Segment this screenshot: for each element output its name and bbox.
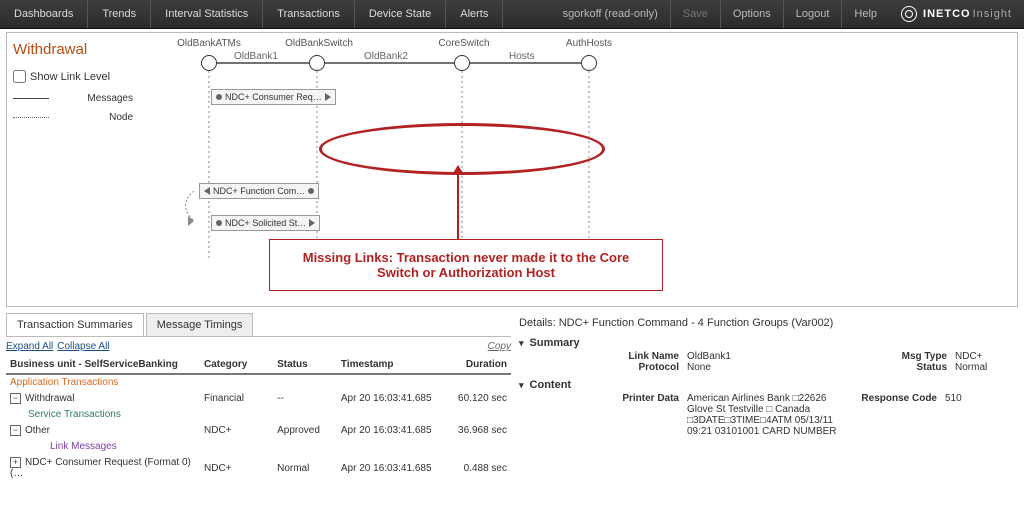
k-status: Status xyxy=(847,362,955,373)
expand-all-link[interactable]: Expand All xyxy=(6,341,53,352)
nav-alerts[interactable]: Alerts xyxy=(446,0,503,28)
v-link-name: OldBank1 xyxy=(687,351,847,362)
logout-button[interactable]: Logout xyxy=(783,0,842,28)
save-button[interactable]: Save xyxy=(670,0,720,28)
brand-logo-icon xyxy=(901,6,917,22)
tree-link-messages: Link Messages xyxy=(50,439,511,454)
table-row[interactable]: +NDC+ Consumer Request (Format 0) (… NDC… xyxy=(6,454,511,482)
table-row[interactable]: −Withdrawal Financial -- Apr 20 16:03:41… xyxy=(6,390,511,407)
main-nav: Dashboards Trends Interval Statistics Tr… xyxy=(0,0,503,28)
tree-expand-icon[interactable]: + xyxy=(10,457,21,468)
nav-device-state[interactable]: Device State xyxy=(355,0,446,28)
v-protocol: None xyxy=(687,362,847,373)
options-button[interactable]: Options xyxy=(720,0,783,28)
nav-trends[interactable]: Trends xyxy=(88,0,151,28)
k-printer-data: Printer Data xyxy=(589,393,687,404)
brand: INETCO Insight xyxy=(889,6,1024,22)
tab-message-timings[interactable]: Message Timings xyxy=(146,313,254,336)
v-status: Normal xyxy=(955,362,1015,373)
chevron-down-icon: ▾ xyxy=(519,380,524,391)
v-msg-type: NDC+ xyxy=(955,351,1015,362)
page-title: Withdrawal xyxy=(13,41,133,58)
col-status: Status xyxy=(273,356,337,373)
tab-transaction-summaries[interactable]: Transaction Summaries xyxy=(6,313,144,336)
show-link-level-checkbox[interactable]: Show Link Level xyxy=(13,70,133,83)
col-duration: Duration xyxy=(447,356,511,373)
nav-dashboards[interactable]: Dashboards xyxy=(0,0,88,28)
brand-sub: Insight xyxy=(973,8,1012,20)
arrow-right-icon xyxy=(325,93,331,101)
brand-name: INETCO xyxy=(923,8,971,20)
topbar: Dashboards Trends Interval Statistics Tr… xyxy=(0,0,1024,29)
arrow-right-icon xyxy=(309,219,315,227)
k-msg-type: Msg Type xyxy=(847,351,955,362)
chevron-down-icon: ▾ xyxy=(519,338,524,349)
show-link-level-label: Show Link Level xyxy=(30,71,110,83)
summary-tabs: Transaction Summaries Message Timings xyxy=(6,313,511,337)
grid-header: Business unit - SelfServiceBanking Categ… xyxy=(6,356,511,375)
callout-arrow-icon xyxy=(453,165,463,173)
legend-node: Node xyxy=(13,112,133,123)
msg-solicited-status[interactable]: NDC+ Solicited St… xyxy=(211,215,320,231)
col-timestamp: Timestamp xyxy=(337,356,447,373)
callout-box: Missing Links: Transaction never made it… xyxy=(269,239,663,291)
k-protocol: Protocol xyxy=(589,362,687,373)
tree-collapse-icon[interactable]: − xyxy=(10,393,21,404)
copy-link[interactable]: Copy xyxy=(488,341,511,352)
help-button[interactable]: Help xyxy=(841,0,889,28)
collapse-all-link[interactable]: Collapse All xyxy=(57,341,109,352)
user-label: sgorkoff (read-only) xyxy=(551,0,670,28)
col-category: Category xyxy=(200,356,273,373)
show-link-level-input[interactable] xyxy=(13,70,26,83)
tree-service-transactions: Service Transactions xyxy=(28,407,511,422)
section-summary[interactable]: ▾Summary xyxy=(519,337,1018,349)
nav-transactions[interactable]: Transactions xyxy=(263,0,355,28)
tree-collapse-icon[interactable]: − xyxy=(10,425,21,436)
legend-messages: Messages xyxy=(13,93,133,104)
msg-consumer-request[interactable]: NDC+ Consumer Req… xyxy=(211,89,336,105)
col-business-unit: Business unit - SelfServiceBanking xyxy=(6,356,200,373)
k-link-name: Link Name xyxy=(589,351,687,362)
details-title: Details: NDC+ Function Command - 4 Funct… xyxy=(519,313,1018,335)
tree-app-transactions: Application Transactions xyxy=(6,375,511,390)
table-row[interactable]: −Other NDC+ Approved Apr 20 16:03:41.685… xyxy=(6,422,511,439)
k-response-code: Response Code xyxy=(837,393,945,404)
section-content[interactable]: ▾Content xyxy=(519,379,1018,391)
msg-function-command[interactable]: NDC+ Function Com… xyxy=(199,183,319,199)
dot-icon xyxy=(216,220,222,226)
dot-icon xyxy=(308,188,314,194)
callout-line xyxy=(457,172,459,240)
topology-diagram: OldBankATMs OldBankSwitch CoreSwitch Aut… xyxy=(139,33,1017,306)
arrow-left-icon xyxy=(204,187,210,195)
v-response-code: 510 xyxy=(945,393,1005,404)
nav-interval-statistics[interactable]: Interval Statistics xyxy=(151,0,263,28)
v-printer-data: American Airlines Bank □22626 Glove St T… xyxy=(687,393,837,437)
dot-icon xyxy=(216,94,222,100)
